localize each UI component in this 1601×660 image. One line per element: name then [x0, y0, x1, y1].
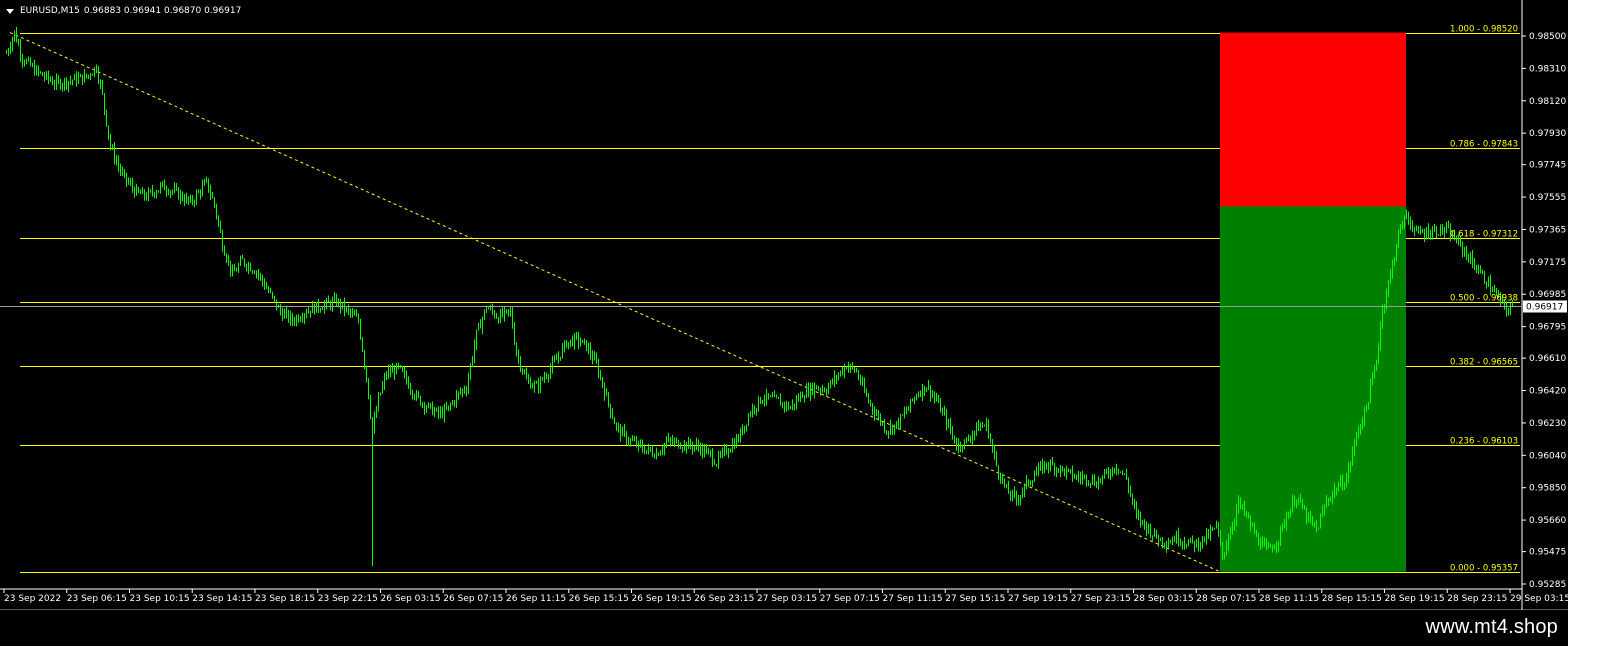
fib-level-label: 0.618 - 0.97312: [1450, 230, 1518, 240]
footer-bar: www.mt4.shop: [0, 610, 1568, 646]
price-tick-label: 0.95285: [1529, 580, 1566, 590]
fib-level-label: 0.786 - 0.97843: [1450, 140, 1518, 150]
time-tick-label: 28 Sep 15:15: [1322, 594, 1382, 604]
time-tick-label: 27 Sep 23:15: [1071, 594, 1131, 604]
time-tick-label: 28 Sep 11:15: [1259, 594, 1319, 604]
price-tick-label: 0.96230: [1529, 419, 1566, 429]
price-tick-label: 0.95850: [1529, 484, 1566, 494]
price-tick-label: 0.96420: [1529, 387, 1566, 397]
time-tick-label: 27 Sep 19:15: [1008, 594, 1068, 604]
fib-level-label: 0.236 - 0.96103: [1450, 437, 1518, 447]
time-tick-label: 27 Sep 07:15: [820, 594, 880, 604]
price-tick-label: 0.98500: [1529, 32, 1566, 42]
mt4-terminal: 0.98500 0.98310 0.98120 0.97930 0.97745 0.975…: [0, 0, 1568, 646]
symbol-label: EURUSD,M15: [20, 6, 80, 16]
price-tick-label: 0.96795: [1529, 323, 1566, 333]
current-price-label: 0.96917: [1526, 303, 1563, 313]
price-tick-label: 0.98310: [1529, 64, 1566, 74]
price-tick-label: 0.96985: [1529, 290, 1566, 300]
time-tick-label: 29 Sep 03:15: [1510, 594, 1568, 604]
price-tick-label: 0.97175: [1529, 258, 1566, 268]
price-tick-label: 0.96040: [1529, 451, 1566, 461]
time-tick-label: 23 Sep 18:15: [255, 594, 315, 604]
fib-level-label: 0.382 - 0.96565: [1450, 358, 1518, 368]
price-tick-label: 0.97745: [1529, 161, 1566, 171]
ohlc-readout: 0.96883 0.96941 0.96870 0.96917: [83, 6, 242, 16]
time-tick-label: 26 Sep 23:15: [694, 594, 754, 604]
time-tick-label: 23 Sep 10:15: [130, 594, 190, 604]
stop-loss-zone: [1220, 32, 1406, 207]
watermark: www.mt4.shop: [1425, 616, 1558, 638]
fib-level-label: 0.500 - 0.96938: [1450, 294, 1518, 304]
symbol-bar[interactable]: EURUSD,M15 0.96883 0.96941 0.96870 0.969…: [6, 3, 241, 19]
price-tick-label: 0.98120: [1529, 97, 1566, 107]
time-tick-label: 27 Sep 11:15: [883, 594, 943, 604]
time-tick-label: 23 Sep 2022: [4, 594, 61, 604]
fib-level-label: 1.000 - 0.98520: [1450, 25, 1518, 35]
fib-level-label: 0.000 - 0.95357: [1450, 564, 1518, 574]
time-tick-label: 26 Sep 19:15: [632, 594, 692, 604]
time-tick-label: 28 Sep 23:15: [1447, 594, 1507, 604]
time-tick-label: 28 Sep 03:15: [1134, 594, 1194, 604]
price-tick-label: 0.95660: [1529, 516, 1566, 526]
price-chart[interactable]: 0.98500 0.98310 0.98120 0.97930 0.97745 0.975…: [0, 0, 1568, 610]
time-tick-label: 23 Sep 06:15: [67, 594, 127, 604]
time-tick-label: 26 Sep 03:15: [381, 594, 441, 604]
time-tick-label: 27 Sep 15:15: [945, 594, 1005, 604]
time-tick-label: 28 Sep 19:15: [1385, 594, 1445, 604]
price-tick-label: 0.97365: [1529, 225, 1566, 235]
time-tick-label: 23 Sep 22:15: [318, 594, 378, 604]
price-tick-label: 0.97930: [1529, 129, 1566, 139]
price-tick-label: 0.95475: [1529, 548, 1566, 558]
time-tick-label: 28 Sep 07:15: [1196, 594, 1256, 604]
time-tick-label: 26 Sep 11:15: [506, 594, 566, 604]
price-tick-label: 0.97555: [1529, 193, 1566, 203]
price-tick-label: 0.96610: [1529, 354, 1566, 364]
chevron-down-icon[interactable]: [6, 8, 14, 14]
time-tick-label: 26 Sep 07:15: [443, 594, 503, 604]
time-tick-label: 23 Sep 14:15: [192, 594, 252, 604]
chart-window[interactable]: 0.98500 0.98310 0.98120 0.97930 0.97745 0.975…: [0, 0, 1568, 610]
time-tick-label: 27 Sep 03:15: [757, 594, 817, 604]
time-tick-label: 26 Sep 15:15: [569, 594, 629, 604]
